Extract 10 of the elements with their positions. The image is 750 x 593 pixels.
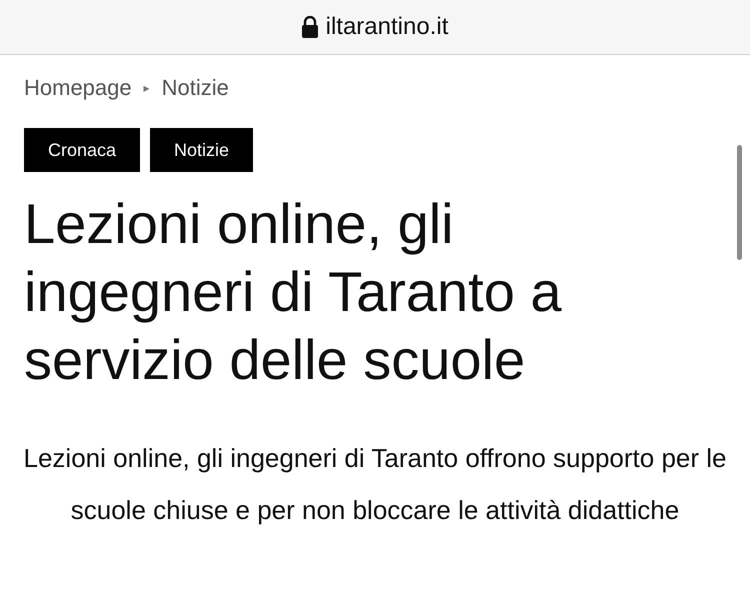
breadcrumb-link[interactable]: Homepage xyxy=(24,71,132,104)
lock-icon xyxy=(302,16,318,38)
url-text: iltarantino.it xyxy=(326,12,448,42)
article-title: Lezioni online, gli ingegneri di Taranto a servizio delle scuole xyxy=(23,191,563,393)
breadcrumb-separator: ▸ xyxy=(144,80,150,96)
article-subtitle: Lezioni online, gli ingegneri di Taranto offrono supporto per le scuole chiuse e per non bloccare le attività didattiche xyxy=(22,442,728,527)
category-tag[interactable]: Notizie xyxy=(150,128,254,172)
address-bar[interactable]: iltarantino.it xyxy=(0,0,750,55)
breadcrumb-link[interactable]: Notizie xyxy=(162,71,229,104)
category-tag[interactable]: Cronaca xyxy=(24,128,140,172)
